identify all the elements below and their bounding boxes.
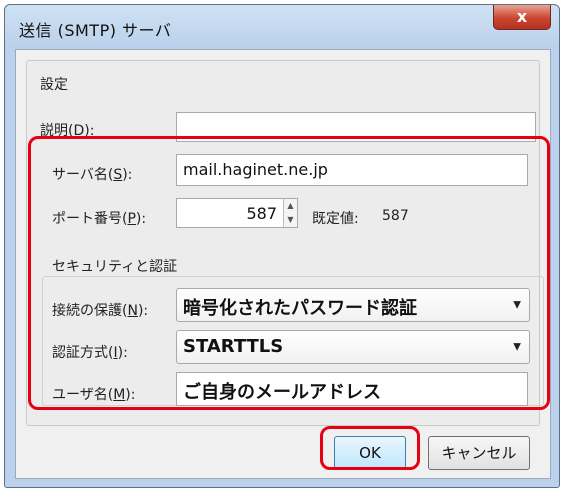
- cancel-button[interactable]: キャンセル: [428, 436, 530, 470]
- dialog-title: 送信 (SMTP) サーバ: [19, 21, 172, 40]
- ok-button-highlight: [320, 426, 420, 470]
- server-settings-highlight: [28, 136, 550, 410]
- title-bar[interactable]: 送信 (SMTP) サーバ x: [5, 5, 559, 49]
- close-button[interactable]: x: [493, 5, 551, 30]
- settings-group-title: 設定: [40, 77, 68, 93]
- close-icon: x: [516, 7, 528, 26]
